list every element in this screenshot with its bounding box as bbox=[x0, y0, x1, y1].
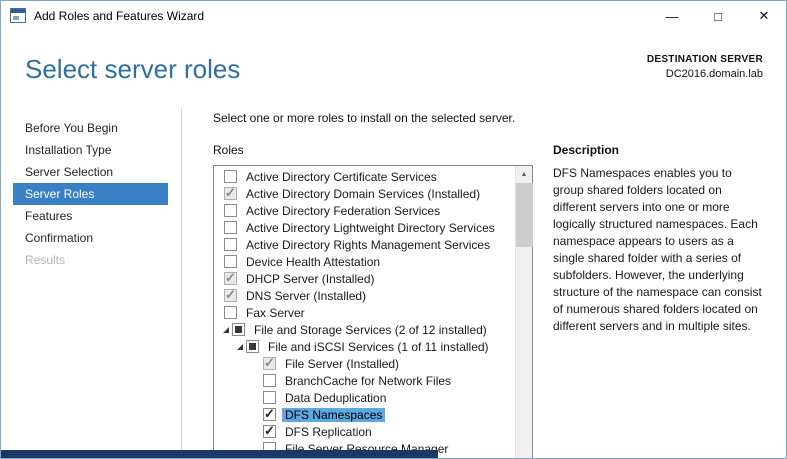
wizard-steps-nav: Before You Begin Installation Type Serve… bbox=[0, 117, 180, 271]
role-label: Active Directory Federation Services bbox=[243, 204, 443, 218]
wizard-app-icon bbox=[10, 8, 26, 23]
checkbox-unchecked-icon[interactable] bbox=[224, 170, 237, 183]
role-label: BranchCache for Network Files bbox=[282, 374, 454, 388]
role-row[interactable]: Active Directory Federation Services bbox=[215, 202, 515, 219]
role-row[interactable]: Data Deduplication bbox=[215, 389, 515, 406]
role-label: File and iSCSI Services (1 of 11 install… bbox=[265, 340, 492, 354]
minimize-button[interactable]: — bbox=[649, 0, 695, 32]
description-text: DFS Namespaces enables you to group shar… bbox=[553, 165, 765, 335]
role-row[interactable]: DNS Server (Installed) bbox=[215, 287, 515, 304]
checkbox-unchecked-icon[interactable] bbox=[224, 204, 237, 217]
destination-server-label: DESTINATION SERVER bbox=[647, 54, 763, 65]
checkbox-partial-icon[interactable] bbox=[232, 323, 245, 336]
wizard-window: Add Roles and Features Wizard — □ ✕ Sele… bbox=[0, 0, 787, 459]
role-row-selected[interactable]: DFS Namespaces bbox=[215, 406, 515, 423]
roles-list-label: Roles bbox=[213, 143, 244, 157]
sidebar-item-features[interactable]: Features bbox=[13, 205, 168, 227]
checkbox-checked-icon[interactable] bbox=[263, 408, 276, 421]
background-window-strip bbox=[0, 450, 438, 459]
role-row[interactable]: Active Directory Lightweight Directory S… bbox=[215, 219, 515, 236]
close-icon: ✕ bbox=[759, 8, 770, 24]
destination-server-name: DC2016.domain.lab bbox=[647, 68, 763, 80]
roles-rows: Active Directory Certificate Services Ac… bbox=[215, 168, 515, 459]
role-label: Active Directory Rights Management Servi… bbox=[243, 238, 493, 252]
sidebar-item-confirmation[interactable]: Confirmation bbox=[13, 227, 168, 249]
tree-expander-icon[interactable] bbox=[219, 326, 232, 334]
role-label: DFS Replication bbox=[282, 425, 375, 439]
scroll-up-icon[interactable] bbox=[516, 166, 532, 183]
role-row[interactable]: Active Directory Rights Management Servi… bbox=[215, 236, 515, 253]
close-button[interactable]: ✕ bbox=[741, 0, 787, 32]
checkbox-checked-disabled-icon bbox=[263, 357, 276, 370]
role-row[interactable]: Fax Server bbox=[215, 304, 515, 321]
checkbox-checked-disabled-icon bbox=[224, 289, 237, 302]
role-label: Active Directory Certificate Services bbox=[243, 170, 440, 184]
scrollbar-thumb[interactable] bbox=[516, 183, 533, 247]
role-row[interactable]: DFS Replication bbox=[215, 423, 515, 440]
role-row[interactable]: Device Health Attestation bbox=[215, 253, 515, 270]
role-row[interactable]: Active Directory Certificate Services bbox=[215, 168, 515, 185]
maximize-icon: □ bbox=[714, 9, 722, 24]
sidebar-item-installation-type[interactable]: Installation Type bbox=[13, 139, 168, 161]
role-label: Device Health Attestation bbox=[243, 255, 383, 269]
role-label: Active Directory Domain Services (Instal… bbox=[243, 187, 483, 201]
checkbox-unchecked-icon[interactable] bbox=[263, 374, 276, 387]
checkbox-unchecked-icon[interactable] bbox=[224, 306, 237, 319]
sidebar-item-before-you-begin[interactable]: Before You Begin bbox=[13, 117, 168, 139]
tree-expander-icon[interactable] bbox=[233, 343, 246, 351]
role-row[interactable]: File Server (Installed) bbox=[215, 355, 515, 372]
sidebar-item-server-roles[interactable]: Server Roles bbox=[13, 183, 168, 205]
role-label: Data Deduplication bbox=[282, 391, 389, 405]
checkbox-checked-icon[interactable] bbox=[263, 425, 276, 438]
maximize-button[interactable]: □ bbox=[695, 0, 741, 32]
page-title: Select server roles bbox=[25, 54, 240, 85]
role-row[interactable]: File and iSCSI Services (1 of 11 install… bbox=[215, 338, 515, 355]
role-row[interactable]: DHCP Server (Installed) bbox=[215, 270, 515, 287]
sidebar-item-results: Results bbox=[13, 249, 168, 271]
checkbox-partial-icon[interactable] bbox=[246, 340, 259, 353]
role-label: File and Storage Services (2 of 12 insta… bbox=[251, 323, 490, 337]
role-label: DHCP Server (Installed) bbox=[243, 272, 377, 286]
checkbox-unchecked-icon[interactable] bbox=[224, 221, 237, 234]
role-label: File Server (Installed) bbox=[282, 357, 402, 371]
role-row[interactable]: BranchCache for Network Files bbox=[215, 372, 515, 389]
role-row[interactable]: File and Storage Services (2 of 12 insta… bbox=[215, 321, 515, 338]
roles-list[interactable]: Active Directory Certificate Services Ac… bbox=[213, 165, 533, 459]
destination-server-block: DESTINATION SERVER DC2016.domain.lab bbox=[647, 54, 763, 80]
checkbox-checked-disabled-icon bbox=[224, 272, 237, 285]
checkbox-unchecked-icon[interactable] bbox=[263, 391, 276, 404]
role-label: Active Directory Lightweight Directory S… bbox=[243, 221, 498, 235]
role-label: DFS Namespaces bbox=[282, 408, 385, 422]
description-heading: Description bbox=[553, 143, 619, 157]
minimize-icon: — bbox=[666, 9, 679, 24]
sidebar-item-server-selection[interactable]: Server Selection bbox=[13, 161, 168, 183]
scrollbar[interactable] bbox=[515, 166, 532, 459]
role-row[interactable]: Active Directory Domain Services (Instal… bbox=[215, 185, 515, 202]
checkbox-checked-disabled-icon bbox=[224, 187, 237, 200]
checkbox-unchecked-icon[interactable] bbox=[224, 238, 237, 251]
checkbox-unchecked-icon[interactable] bbox=[224, 255, 237, 268]
role-label: Fax Server bbox=[243, 306, 308, 320]
instruction-text: Select one or more roles to install on t… bbox=[213, 111, 515, 125]
role-label: DNS Server (Installed) bbox=[243, 289, 369, 303]
sidebar-divider bbox=[181, 108, 182, 459]
title-bar[interactable]: Add Roles and Features Wizard — □ ✕ bbox=[0, 0, 787, 32]
window-title: Add Roles and Features Wizard bbox=[34, 9, 204, 23]
